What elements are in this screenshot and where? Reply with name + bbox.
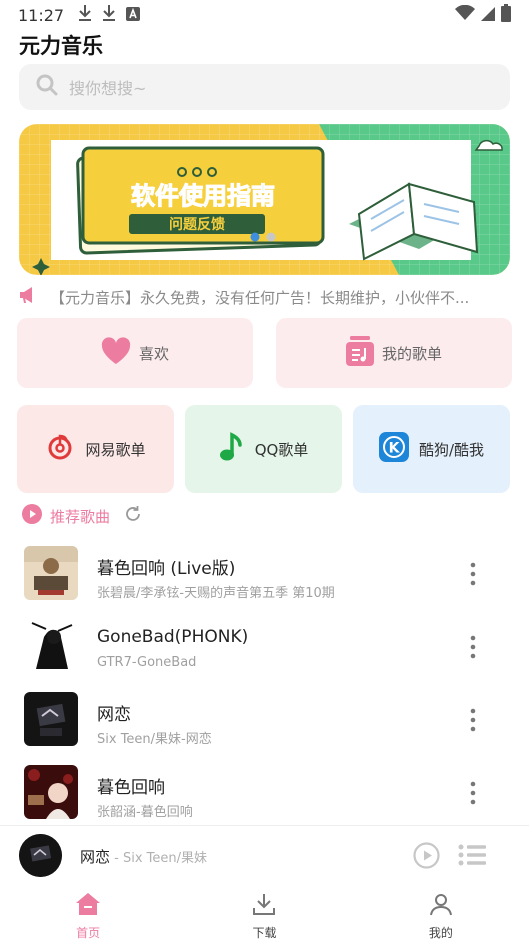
song-subtitle: 张韶涵-暮色回响 xyxy=(97,805,193,820)
signal-icon xyxy=(481,6,495,25)
player-cover[interactable] xyxy=(19,834,62,877)
source-card-qq[interactable]: QQ歌单 xyxy=(185,405,342,493)
bottom-tab-bar: 首页 下载 我的 xyxy=(0,885,529,942)
favorites-card[interactable]: 喜欢 xyxy=(17,318,253,388)
status-time: 11:27 xyxy=(18,5,65,25)
song-cover xyxy=(24,765,78,819)
song-cover xyxy=(24,546,78,600)
favorites-label: 喜欢 xyxy=(138,344,169,363)
play-circle-icon xyxy=(22,504,42,528)
megaphone-icon xyxy=(18,286,38,308)
mini-player[interactable]: 网恋 - Six Teen/果妹 xyxy=(0,825,529,885)
my-playlists-label: 我的歌单 xyxy=(381,344,442,363)
song-subtitle: Six Teen/果妹-网恋 xyxy=(97,732,212,747)
home-icon xyxy=(75,892,101,920)
recommend-title: 推荐歌曲 xyxy=(50,507,111,526)
song-title: 网恋 xyxy=(97,705,131,725)
wifi-icon xyxy=(455,4,475,25)
song-item[interactable]: 网恋 Six Teen/果妹-网恋 xyxy=(0,692,529,764)
heart-icon xyxy=(101,337,131,369)
search-placeholder: 搜你想搜~ xyxy=(69,79,147,98)
netease-icon xyxy=(45,432,76,466)
qq-music-icon xyxy=(219,432,245,466)
source-label-kugou: 酷狗/酷我 xyxy=(418,440,485,459)
recommend-header: 推荐歌曲 xyxy=(22,504,142,528)
search-icon xyxy=(35,73,59,101)
song-subtitle: GTR7-GoneBad xyxy=(97,655,197,670)
song-subtitle: 张碧晨/李承铉-天赐的声音第五季 第10期 xyxy=(97,586,335,601)
my-playlists-card[interactable]: 我的歌单 xyxy=(276,318,512,388)
song-title: GoneBad(PHONK) xyxy=(97,627,249,647)
tab-download[interactable]: 下载 xyxy=(176,885,352,942)
more-options-icon[interactable] xyxy=(466,560,480,588)
download-status-icon xyxy=(78,4,92,26)
player-track: 网恋 - Six Teen/果妹 xyxy=(80,846,207,867)
banner-title: 软件使用指南 xyxy=(131,182,275,210)
play-button-icon[interactable] xyxy=(413,842,440,873)
app-title: 元力音乐 xyxy=(19,34,103,58)
more-options-icon[interactable] xyxy=(466,633,480,661)
kugou-icon: K xyxy=(378,432,409,466)
banner-dot xyxy=(266,232,276,242)
svg-text:K: K xyxy=(389,441,401,457)
banner-dot-active xyxy=(250,232,260,242)
tab-download-label: 下载 xyxy=(252,926,277,940)
battery-icon xyxy=(501,4,511,26)
tab-profile[interactable]: 我的 xyxy=(353,885,529,942)
more-options-icon[interactable] xyxy=(466,779,480,807)
song-item[interactable]: GoneBad(PHONK) GTR7-GoneBad xyxy=(0,619,529,691)
tab-home-label: 首页 xyxy=(76,926,101,940)
song-cover xyxy=(24,692,78,746)
playlist-queue-icon[interactable] xyxy=(458,844,486,870)
notice-text: 【元力音乐】永久免费，没有任何广告！长期维护，小伙伴不... xyxy=(50,288,470,307)
player-title: 网恋 xyxy=(80,848,111,866)
search-bar[interactable]: 搜你想搜~ xyxy=(19,64,510,110)
playlist-icon xyxy=(345,336,374,370)
more-options-icon[interactable] xyxy=(466,706,480,734)
download-icon xyxy=(252,892,276,920)
refresh-icon[interactable] xyxy=(124,505,142,527)
banner-image: 软件使用指南 问题反馈 xyxy=(19,124,510,275)
source-label-qq: QQ歌单 xyxy=(254,440,309,459)
song-cover xyxy=(24,619,78,673)
app-notification-icon xyxy=(126,6,141,25)
tab-profile-label: 我的 xyxy=(428,926,453,940)
download-status-icon-2 xyxy=(102,4,116,26)
source-card-netease[interactable]: 网易歌单 xyxy=(17,405,174,493)
source-label-netease: 网易歌单 xyxy=(85,440,146,459)
song-item[interactable]: 暮色回响 (Live版) 张碧晨/李承铉-天赐的声音第五季 第10期 xyxy=(0,546,529,618)
song-title: 暮色回响 xyxy=(97,778,165,798)
player-artist: - Six Teen/果妹 xyxy=(110,851,208,866)
song-title: 暮色回响 (Live版) xyxy=(97,559,236,579)
tab-home[interactable]: 首页 xyxy=(0,885,176,942)
source-card-kugou[interactable]: K 酷狗/酷我 xyxy=(353,405,510,493)
status-bar: 11:27 xyxy=(0,0,529,30)
notice-bar[interactable]: 【元力音乐】永久免费，没有任何广告！长期维护，小伙伴不... xyxy=(18,286,510,308)
banner-subtitle: 问题反馈 xyxy=(169,216,225,233)
user-icon xyxy=(429,892,453,920)
banner-carousel[interactable]: 软件使用指南 问题反馈 xyxy=(19,124,510,275)
